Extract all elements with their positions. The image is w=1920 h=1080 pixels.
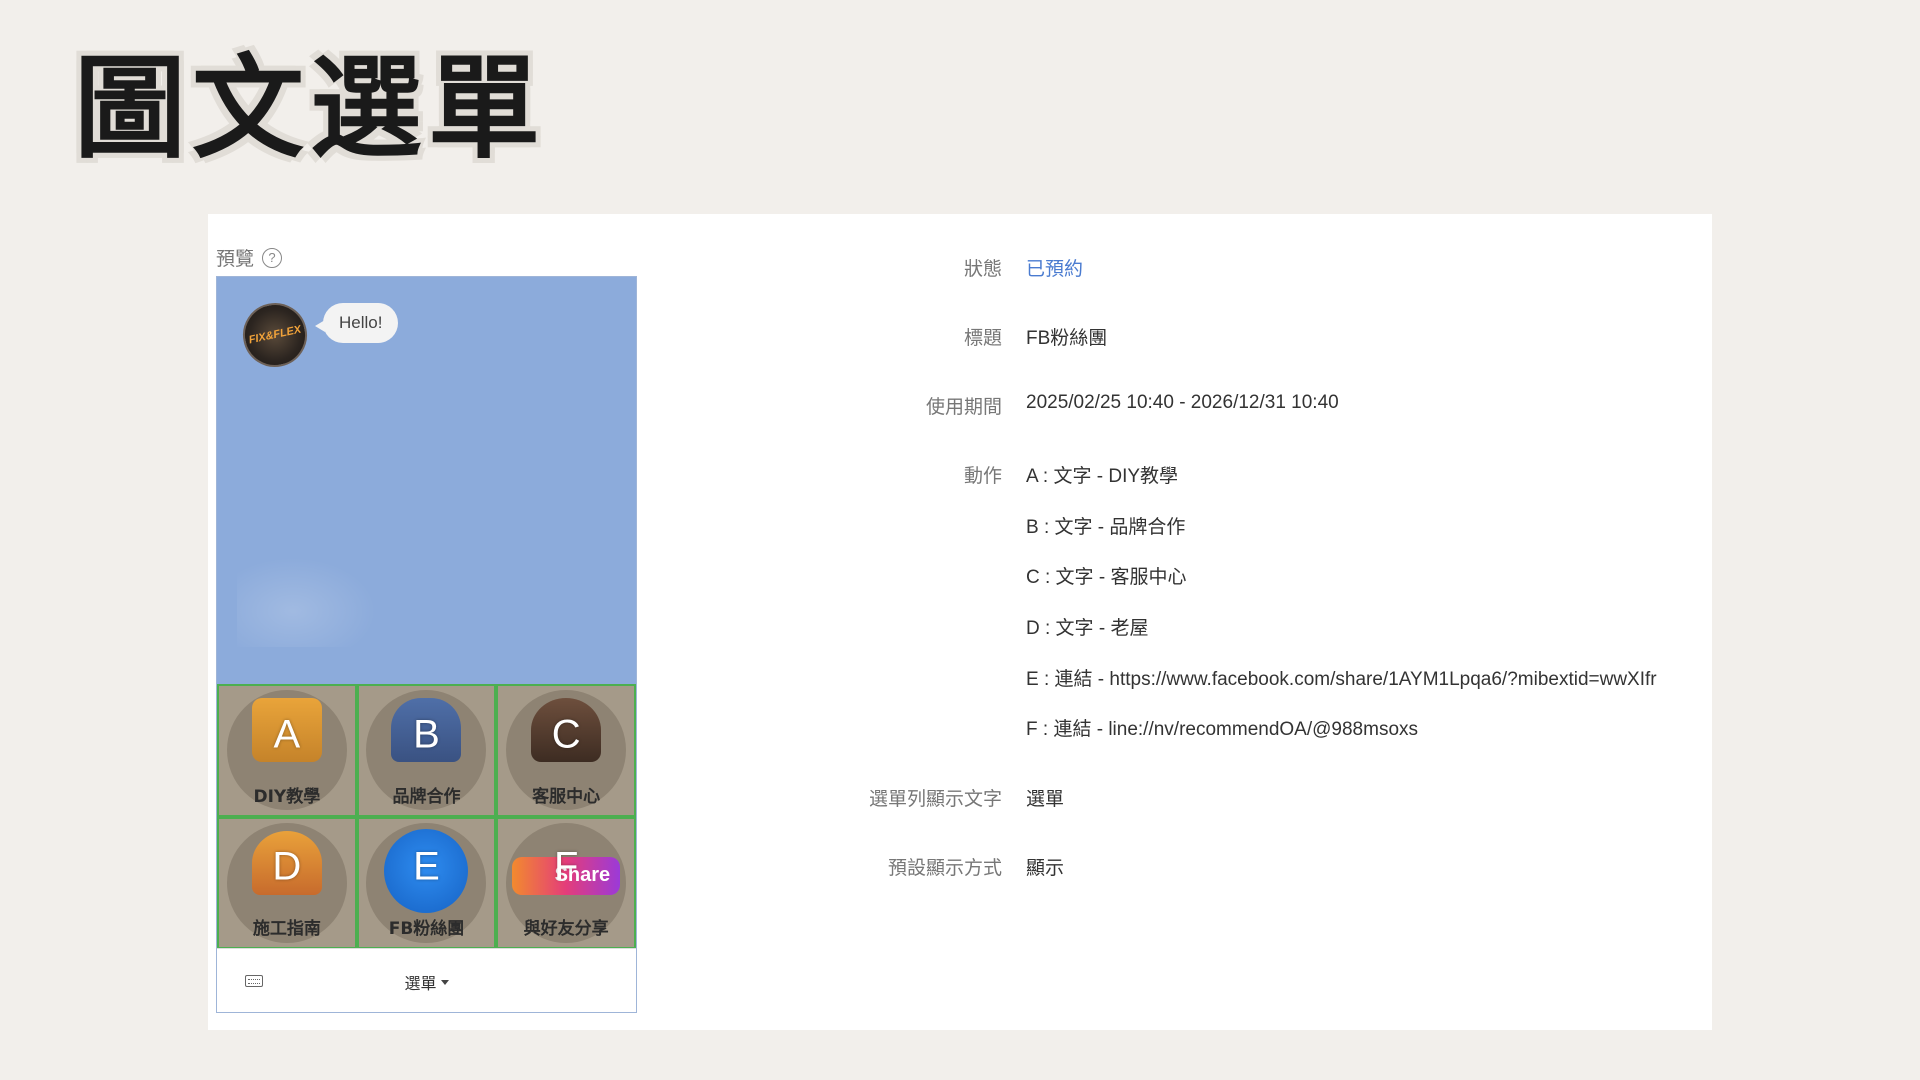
default-display-label: 預設顯示方式 [887,857,1002,879]
title-label: 標題 [963,327,1002,349]
default-display-value: 顯示 [1026,858,1065,879]
period-label: 使用期間 [925,396,1002,418]
actions-label: 動作 [963,465,1002,487]
menu-bar-text-label: 選單列顯示文字 [868,788,1002,810]
period-value: 2025/02/25 10:40 - 2026/12/31 10:40 [1026,392,1339,413]
action-item-d: D : 文字 - 老屋 [1026,618,1149,639]
action-item-a: A : 文字 - DIY教學 [1026,466,1179,487]
action-item-b: B : 文字 - 品牌合作 [1026,517,1186,538]
menu-bar-text-value: 選單 [1026,789,1065,810]
action-item-f: F : 連結 - line://nv/recommendOA/@988msoxs [1026,719,1419,740]
action-item-e: E : 連結 - https://www.facebook.com/share/… [1026,669,1657,690]
details-section: 狀態 已預約 標題 FB粉絲團 使用期間 2025/02/25 10:40 - … [208,214,1712,1030]
status-value: 已預約 [1026,259,1084,280]
status-label: 狀態 [963,258,1002,280]
action-item-c: C : 文字 - 客服中心 [1026,567,1187,588]
rich-menu-panel: 預覽 ? FIX&FLEX Hello! A DIY教學 B 品牌合作 C 客服… [208,214,1712,1030]
title-value: FB粉絲團 [1026,328,1108,349]
slide-title: 圖文選單 [74,44,546,174]
